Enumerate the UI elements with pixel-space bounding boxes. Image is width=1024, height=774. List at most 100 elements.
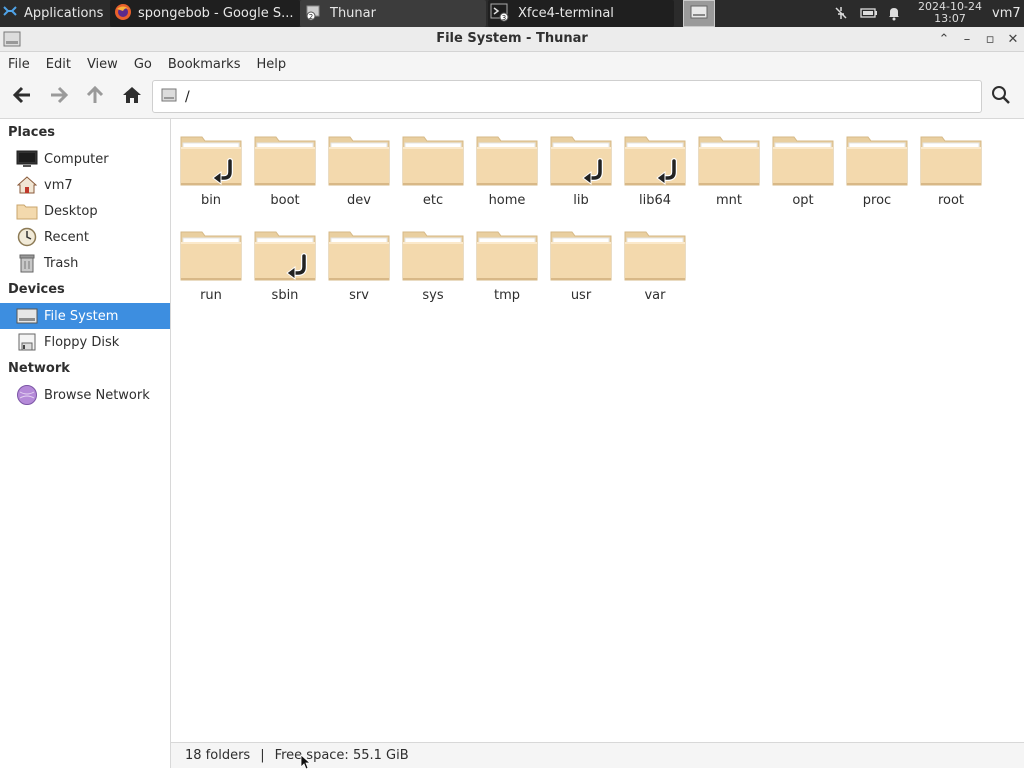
- folder-label: tmp: [493, 288, 520, 303]
- sidebar-item-recent[interactable]: Recent: [0, 224, 170, 250]
- sidebar-item-file-system[interactable]: File System: [0, 303, 170, 329]
- folder-item[interactable]: lib64: [618, 135, 692, 208]
- folder-label: lib64: [638, 193, 672, 208]
- folder-item[interactable]: sys: [396, 230, 470, 303]
- file-view[interactable]: bin boot dev etc home lib lib64 mnt opt proc root r…: [171, 119, 1024, 742]
- sidebar: Places Computer vm7 Desktop Recent Trash…: [0, 119, 171, 768]
- folder-item[interactable]: sbin: [248, 230, 322, 303]
- back-button[interactable]: [9, 85, 35, 109]
- folder-label: usr: [570, 288, 592, 303]
- window-titlebar[interactable]: File System - Thunar ⌃ – ▫ ✕: [0, 27, 1024, 52]
- sidebar-item-label: Computer: [44, 151, 109, 167]
- taskbar-window-terminal[interactable]: 3 Xfce4-terminal: [488, 0, 674, 27]
- battery-icon[interactable]: [860, 5, 877, 21]
- menubar: File Edit View Go Bookmarks Help: [0, 52, 1024, 76]
- folder-item[interactable]: usr: [544, 230, 618, 303]
- applications-menu-button[interactable]: Applications ⠿: [2, 0, 108, 27]
- sidebar-item-trash[interactable]: Trash: [0, 250, 170, 276]
- xfce-logo-icon: [2, 4, 18, 24]
- taskbar-window-browser[interactable]: spongebob - Google S...: [110, 0, 300, 27]
- window-shade-button[interactable]: ⌃: [935, 30, 953, 48]
- firefox-icon: [114, 3, 132, 25]
- menu-bookmarks[interactable]: Bookmarks: [160, 57, 249, 72]
- drive-icon: [690, 5, 708, 23]
- svg-text:3: 3: [502, 14, 506, 22]
- folder-item[interactable]: boot: [248, 135, 322, 208]
- menu-view[interactable]: View: [79, 57, 126, 72]
- menu-edit[interactable]: Edit: [38, 57, 79, 72]
- notification-bell-icon[interactable]: [886, 5, 902, 21]
- folder-item[interactable]: tmp: [470, 230, 544, 303]
- folder-label: boot: [270, 193, 300, 208]
- home-button[interactable]: [119, 85, 145, 109]
- folder-icon: [476, 231, 538, 281]
- folder-item[interactable]: var: [618, 230, 692, 303]
- folder-icon: [920, 136, 982, 186]
- folder-item[interactable]: proc: [840, 135, 914, 208]
- folder-icon: [698, 136, 760, 186]
- drive-icon: [161, 87, 177, 107]
- menu-file[interactable]: File: [0, 57, 38, 72]
- menu-help[interactable]: Help: [248, 57, 294, 72]
- sidebar-section-network: Network: [8, 361, 70, 376]
- folder-label: home: [488, 193, 526, 208]
- folder-item[interactable]: mnt: [692, 135, 766, 208]
- taskbar-window-thunar[interactable]: 2 Thunar: [300, 0, 486, 27]
- folder-icon: [254, 136, 316, 186]
- folder-item[interactable]: home: [470, 135, 544, 208]
- folder-count: 18 folders: [185, 748, 251, 763]
- location-bar[interactable]: /: [152, 80, 982, 113]
- folder-item[interactable]: etc: [396, 135, 470, 208]
- statusbar: 18 folders | Free space: 55.1 GiB: [171, 742, 1024, 768]
- folder-label: opt: [792, 193, 814, 208]
- window-minimize-button[interactable]: –: [958, 30, 976, 48]
- arrow-up-icon: [86, 85, 104, 109]
- sidebar-item-floppy-disk[interactable]: Floppy Disk: [0, 329, 170, 355]
- folder-icon: [624, 136, 686, 186]
- menu-go[interactable]: Go: [126, 57, 160, 72]
- sidebar-item-browse-network[interactable]: Browse Network: [0, 382, 170, 408]
- folder-item[interactable]: root: [914, 135, 988, 208]
- toolbar: /: [0, 76, 1024, 119]
- computer-icon: [16, 148, 38, 170]
- folder-icon: [476, 136, 538, 186]
- folder-item[interactable]: bin: [174, 135, 248, 208]
- folder-icon: [624, 231, 686, 281]
- folder-item[interactable]: run: [174, 230, 248, 303]
- search-button[interactable]: [988, 85, 1014, 109]
- parent-folder-button[interactable]: [82, 85, 108, 109]
- window-maximize-button[interactable]: ▫: [981, 30, 999, 48]
- sidebar-item-computer[interactable]: Computer: [0, 146, 170, 172]
- folder-label: var: [644, 288, 666, 303]
- sidebar-item-vm7[interactable]: vm7: [0, 172, 170, 198]
- sidebar-item-label: Browse Network: [44, 387, 150, 403]
- folder-label: lib: [573, 193, 589, 208]
- window-title: File System - Thunar: [436, 31, 588, 46]
- folder-label: dev: [347, 193, 371, 208]
- taskbar-window-label: Xfce4-terminal: [518, 6, 614, 21]
- clock[interactable]: 2024-10-24 13:07: [912, 1, 988, 25]
- window-close-button[interactable]: ✕: [1004, 30, 1022, 48]
- folder-label: mnt: [716, 193, 742, 208]
- folder-icon: [846, 136, 908, 186]
- folder-item[interactable]: opt: [766, 135, 840, 208]
- folder-item[interactable]: lib: [544, 135, 618, 208]
- taskbar-window-label: Thunar: [330, 6, 376, 21]
- folder-item[interactable]: srv: [322, 230, 396, 303]
- network-disconnected-icon[interactable]: [833, 5, 849, 21]
- clock-icon: [16, 226, 38, 248]
- maximize-icon: ▫: [985, 31, 995, 47]
- folder-label: etc: [422, 193, 444, 208]
- folder-icon: [402, 136, 464, 186]
- sidebar-item-label: Desktop: [44, 203, 98, 219]
- sidebar-item-desktop[interactable]: Desktop: [0, 198, 170, 224]
- folder-icon: [550, 231, 612, 281]
- folder-item[interactable]: dev: [322, 135, 396, 208]
- taskbar-window-label: spongebob - Google S...: [138, 6, 294, 21]
- sidebar-section-devices: Devices: [8, 282, 65, 297]
- folder-label: bin: [200, 193, 222, 208]
- show-desktop-button[interactable]: [683, 0, 715, 27]
- forward-button[interactable]: [46, 85, 72, 109]
- folder-label: root: [937, 193, 965, 208]
- user-menu[interactable]: vm7: [992, 0, 1021, 27]
